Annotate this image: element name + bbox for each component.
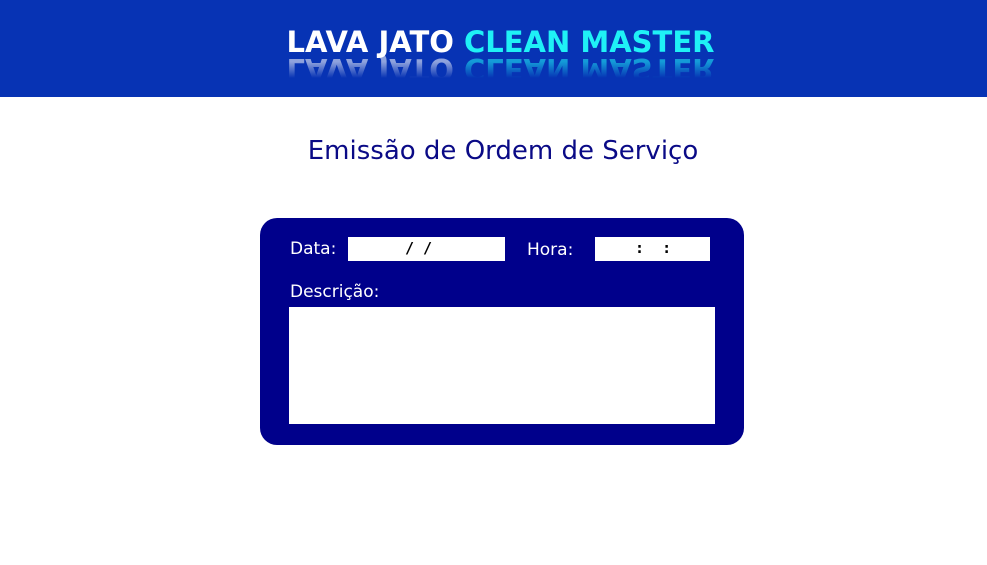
date-label: Data: [290,239,337,259]
logo-reflection: LAVA JATO CLEAN MASTER [0,51,987,87]
logo-reflection-part2: CLEAN MASTER [463,52,715,86]
date-field[interactable]: / / [348,237,505,261]
page-title: Emissão de Ordem de Serviço [307,136,699,166]
service-order-form: Data: / / Hora: : : Descrição: [260,218,744,445]
time-label: Hora: [527,240,574,260]
description-textarea[interactable] [289,307,715,424]
time-field[interactable]: : : [595,237,710,261]
description-label: Descrição: [290,282,380,302]
logo-reflection-part1: LAVA JATO [286,52,464,86]
header-banner: LAVA JATO CLEAN MASTER LAVA JATO CLEAN M… [0,0,987,97]
